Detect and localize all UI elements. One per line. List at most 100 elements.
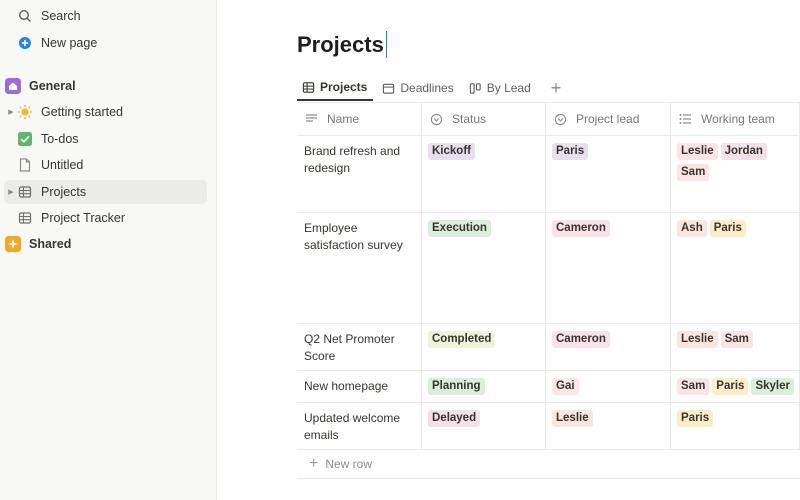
table-row[interactable]: Updated welcome emails Delayed Leslie Pa… xyxy=(297,403,800,450)
cell-lead[interactable]: Gai xyxy=(546,371,671,402)
select-circle-icon xyxy=(554,113,567,126)
lead-tag: Cameron xyxy=(552,331,610,348)
cell-team[interactable]: Paris xyxy=(671,403,800,449)
project-name: Employee satisfaction survey xyxy=(304,221,403,252)
cell-team[interactable]: Leslie Jordan Sam xyxy=(671,136,800,212)
project-name: Updated welcome emails xyxy=(304,411,401,442)
page-icon xyxy=(16,156,34,174)
sidebar-search-label: Search xyxy=(41,9,81,23)
column-header-label: Name xyxy=(327,112,360,126)
cell-status[interactable]: Kickoff xyxy=(422,136,546,212)
status-tag: Execution xyxy=(428,220,491,237)
status-tag: Kickoff xyxy=(428,143,475,160)
sidebar-item-getting-started[interactable]: ▶ Getting started xyxy=(4,100,207,124)
new-row-button[interactable]: + New row xyxy=(297,449,800,479)
cell-team[interactable]: Sam Paris Skyler xyxy=(671,371,800,402)
table-row[interactable]: New homepage Planning Gai Sam Paris Skyl… xyxy=(297,371,800,403)
sidebar-item-untitled[interactable]: Untitled xyxy=(4,153,207,177)
sidebar-item-project-tracker[interactable]: Project Tracker xyxy=(4,206,207,230)
lead-tag: Gai xyxy=(552,378,579,395)
cell-lead[interactable]: Cameron xyxy=(546,213,671,323)
table-row[interactable]: Brand refresh and redesign Kickoff Paris… xyxy=(297,136,800,213)
cell-team[interactable]: Ash Paris xyxy=(671,213,800,323)
sidebar-search[interactable]: Search xyxy=(4,4,207,28)
team-tag: Sam xyxy=(677,378,710,395)
sidebar-item-label: To-dos xyxy=(41,132,79,146)
home-icon xyxy=(4,77,22,95)
tab-projects[interactable]: Projects xyxy=(297,75,374,101)
team-tag: Jordan xyxy=(720,143,767,160)
column-header-project-lead[interactable]: Project lead xyxy=(546,103,671,135)
cell-team[interactable]: Leslie Sam xyxy=(671,324,800,370)
sidebar-section-shared-label: Shared xyxy=(29,237,72,251)
column-header-working-team[interactable]: Working team xyxy=(671,103,800,135)
plus-icon: + xyxy=(550,77,562,98)
table-icon xyxy=(302,81,315,94)
sidebar-item-label: Projects xyxy=(41,185,87,199)
tab-deadlines[interactable]: Deadlines xyxy=(377,75,459,101)
sidebar-section-shared[interactable]: Shared xyxy=(4,232,207,256)
cell-lead[interactable]: Paris xyxy=(546,136,671,212)
search-icon xyxy=(16,7,34,25)
new-row-label: New row xyxy=(325,456,373,471)
page-title[interactable]: Projects xyxy=(297,31,388,58)
team-tag: Paris xyxy=(709,220,746,237)
board-icon xyxy=(469,82,482,95)
page-title-text: Projects xyxy=(297,31,384,57)
cell-name[interactable]: Brand refresh and redesign xyxy=(297,136,422,212)
cell-name[interactable]: Q2 Net Promoter Score xyxy=(297,324,422,370)
cell-status[interactable]: Delayed xyxy=(422,403,546,449)
sidebar-item-label: Untitled xyxy=(41,158,84,172)
cell-lead[interactable]: Leslie xyxy=(546,403,671,449)
chevron-right-icon[interactable]: ▶ xyxy=(6,108,16,116)
select-circle-icon xyxy=(430,113,443,126)
cell-lead[interactable]: Cameron xyxy=(546,324,671,370)
sidebar-new-page[interactable]: New page xyxy=(4,31,207,55)
column-header-status[interactable]: Status xyxy=(422,103,546,135)
plus-circle-icon xyxy=(16,34,34,52)
table-row[interactable]: Employee satisfaction survey Execution C… xyxy=(297,213,800,324)
column-header-name[interactable]: Name xyxy=(297,103,422,135)
cell-status[interactable]: Completed xyxy=(422,324,546,370)
sidebar-item-to-dos[interactable]: To-dos xyxy=(4,127,207,151)
lead-tag: Paris xyxy=(552,143,589,160)
sidebar-section-general-label: General xyxy=(29,79,76,93)
database-table: Name Status Project lead Working team Br… xyxy=(297,103,800,450)
tab-label: Projects xyxy=(320,80,368,94)
sidebar-item-label: Getting started xyxy=(41,105,123,119)
chevron-right-icon[interactable]: ▶ xyxy=(6,188,16,196)
shared-star-icon xyxy=(4,235,22,253)
status-tag: Completed xyxy=(428,331,496,348)
plus-icon: + xyxy=(309,454,319,472)
team-tag: Leslie xyxy=(677,143,718,160)
team-tag: Skyler xyxy=(751,378,794,395)
calendar-icon xyxy=(382,82,395,95)
cell-name[interactable]: New homepage xyxy=(297,371,422,402)
sidebar-item-projects[interactable]: ▶ Projects xyxy=(4,180,207,204)
lead-tag: Leslie xyxy=(552,410,593,427)
cell-name[interactable]: Updated welcome emails xyxy=(297,403,422,449)
tab-label: Deadlines xyxy=(400,81,454,95)
text-cursor xyxy=(385,31,388,58)
column-header-label: Project lead xyxy=(576,112,640,126)
cell-status[interactable]: Planning xyxy=(422,371,546,402)
tab-label: By Lead xyxy=(486,81,531,95)
sidebar-item-label: Project Tracker xyxy=(41,211,126,225)
project-name: Brand refresh and redesign xyxy=(304,144,401,175)
table-row[interactable]: Q2 Net Promoter Score Completed Cameron … xyxy=(297,324,800,371)
tab-by-lead[interactable]: By Lead xyxy=(464,75,537,101)
project-name: Q2 Net Promoter Score xyxy=(304,332,395,363)
add-view-button[interactable]: + xyxy=(545,75,568,101)
status-tag: Delayed xyxy=(428,410,481,427)
sidebar-section-general[interactable]: General xyxy=(4,74,207,98)
column-header-label: Status xyxy=(452,112,487,126)
sun-icon xyxy=(16,103,34,121)
team-tag: Ash xyxy=(677,220,707,237)
checkbox-icon xyxy=(16,130,34,148)
cell-status[interactable]: Execution xyxy=(422,213,546,323)
view-tabs: Projects Deadlines By Lead + xyxy=(297,75,567,101)
team-tag: Paris xyxy=(712,378,749,395)
cell-name[interactable]: Employee satisfaction survey xyxy=(297,213,422,323)
main-content: Projects Projects Deadlines By Lead + Na… xyxy=(217,0,800,500)
team-tag: Paris xyxy=(677,410,714,427)
